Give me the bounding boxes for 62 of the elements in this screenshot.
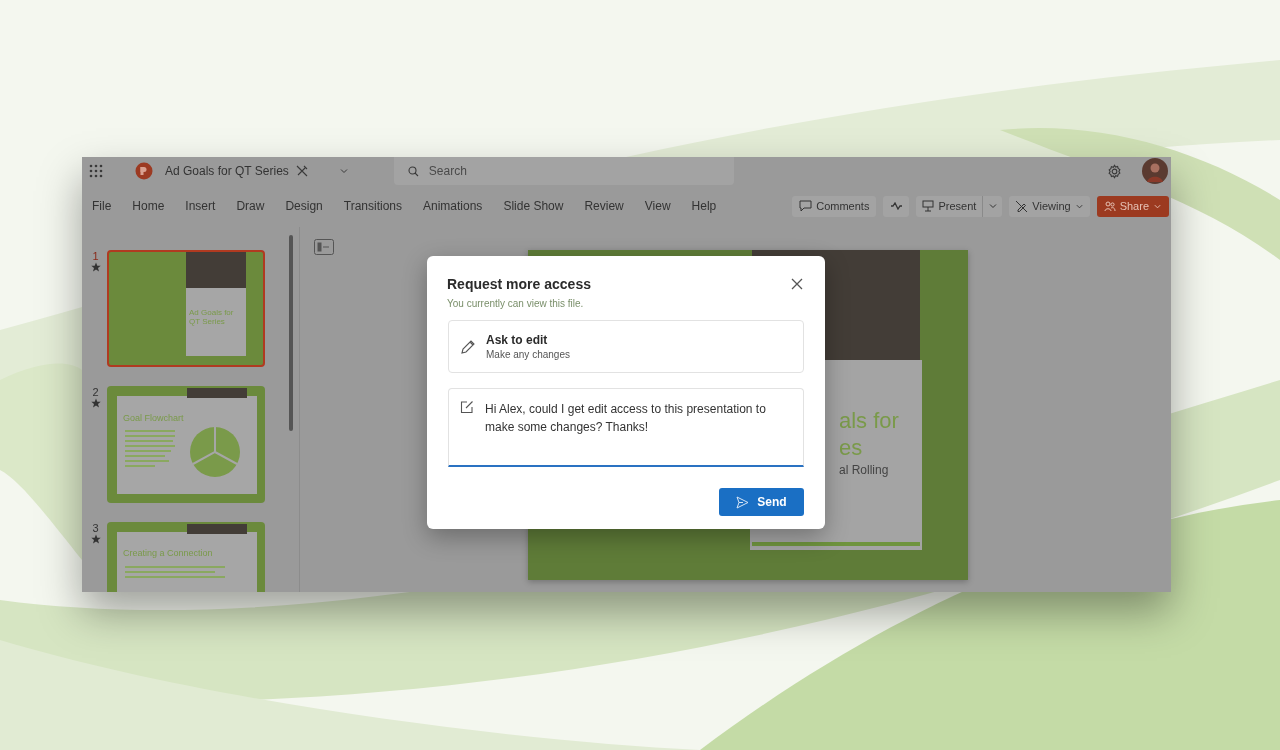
share-button[interactable]: Share xyxy=(1096,195,1169,217)
slide-title: als for xyxy=(839,407,899,434)
settings-icon[interactable] xyxy=(1107,163,1122,179)
ribbon-tab[interactable]: Home xyxy=(132,197,165,215)
dialog-subtitle: You currently can view this file. xyxy=(447,298,585,310)
option-title: Ask to edit xyxy=(486,332,549,348)
ribbon-tab[interactable]: View xyxy=(644,197,671,215)
comment-icon xyxy=(799,200,813,212)
search-icon xyxy=(407,165,419,177)
slide-text-panel xyxy=(186,288,246,356)
slide-number: 2 xyxy=(92,386,99,398)
app-logo-icon[interactable] xyxy=(135,162,153,180)
slide-header-block xyxy=(187,388,247,398)
pie-chart-drawing xyxy=(189,426,241,478)
presenter-icon xyxy=(922,200,935,212)
chevron-down-icon[interactable] xyxy=(338,166,349,176)
message-field[interactable]: Hi Alex, could I get edit access to this presentation to make some changes? Thanks! xyxy=(448,388,804,467)
bullet-text-drawing xyxy=(125,430,175,470)
star-icon xyxy=(90,398,101,408)
avatar-icon[interactable] xyxy=(1142,158,1168,184)
ask-to-edit-option[interactable]: Ask to edit Make any changes xyxy=(448,320,804,373)
close-button[interactable] xyxy=(789,276,805,292)
panel-toggle-icon[interactable] xyxy=(314,239,334,255)
ribbon-tab[interactable]: Transitions xyxy=(343,197,402,215)
slide-header-block xyxy=(187,524,247,534)
slide-title: es xyxy=(839,434,864,461)
ribbon-tab[interactable]: Draw xyxy=(236,197,265,215)
star-icon xyxy=(90,262,101,272)
ribbon-tab[interactable]: Help xyxy=(691,197,717,215)
ribbon-tab[interactable]: Design xyxy=(285,197,323,215)
ribbon-tab[interactable]: Review xyxy=(584,197,624,215)
chevron-down-icon xyxy=(987,201,998,211)
send-button[interactable]: Send xyxy=(719,488,804,516)
slide-title: Ad Goals for QT Series xyxy=(189,308,235,326)
pencil-icon xyxy=(460,338,476,355)
people-icon xyxy=(1103,200,1116,212)
star-icon xyxy=(90,534,101,544)
ribbon-tab[interactable]: Insert xyxy=(185,197,216,215)
slide-subtitle: al Rolling xyxy=(839,462,890,478)
document-title[interactable]: Ad Goals for QT Series xyxy=(165,162,289,180)
dialog-title: Request more access xyxy=(447,276,591,292)
scrollbar-thumb[interactable] xyxy=(289,235,293,431)
edit-note-icon xyxy=(460,400,474,414)
ribbon-tab[interactable]: Slide Show xyxy=(503,197,564,215)
pencil-slash-icon xyxy=(1015,199,1029,213)
option-description: Make any changes xyxy=(486,347,570,361)
viewing-button[interactable]: Viewing xyxy=(1009,195,1090,217)
wave-icon xyxy=(889,202,903,210)
slide-title: Creating a Connection xyxy=(123,548,213,558)
comments-button[interactable]: Comments xyxy=(792,195,877,217)
ribbon-tab[interactable]: Animations xyxy=(423,197,483,215)
send-icon xyxy=(736,495,750,509)
message-text: Hi Alex, could I get edit access to this presentation to make some changes? Thanks! xyxy=(485,401,767,436)
close-icon xyxy=(791,278,803,290)
slide-number: 3 xyxy=(92,522,99,534)
ribbon-tab[interactable]: File xyxy=(92,197,112,215)
app-launcher-icon[interactable] xyxy=(89,164,103,178)
slide-header-block xyxy=(186,252,246,288)
slide-number: 1 xyxy=(92,250,99,262)
activity-button[interactable] xyxy=(883,195,910,217)
search-field[interactable]: Search xyxy=(393,157,734,185)
slide-title: Goal Flowchart xyxy=(123,413,184,423)
